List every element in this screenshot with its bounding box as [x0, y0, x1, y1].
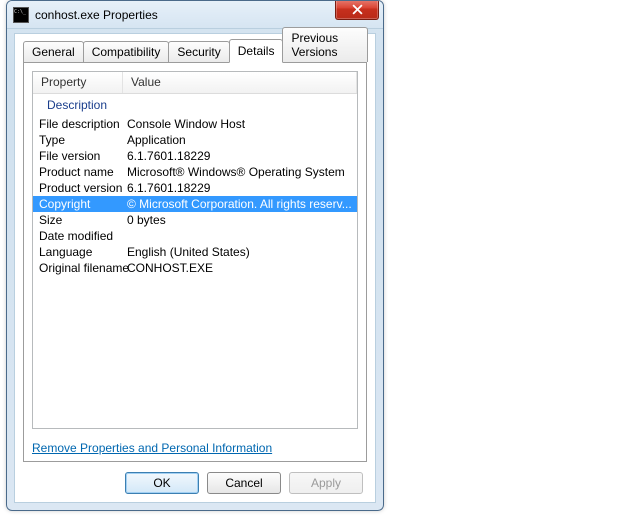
property-cell: Language: [33, 245, 123, 259]
tab-details[interactable]: Details: [229, 39, 284, 63]
tab-panel-details: Property Value Description File descript…: [23, 62, 367, 462]
property-cell: Original filename: [33, 261, 123, 275]
property-cell: Type: [33, 133, 123, 147]
table-row[interactable]: Date modified: [33, 228, 357, 244]
property-cell: Product name: [33, 165, 123, 179]
column-value[interactable]: Value: [123, 72, 357, 93]
client-area: General Compatibility Security Details P…: [14, 33, 376, 503]
table-row[interactable]: Product nameMicrosoft® Windows® Operatin…: [33, 164, 357, 180]
app-icon: [13, 7, 29, 23]
property-cell: Copyright: [33, 197, 123, 211]
apply-button[interactable]: Apply: [289, 472, 363, 494]
remove-properties-link[interactable]: Remove Properties and Personal Informati…: [32, 441, 272, 455]
property-cell: Date modified: [33, 229, 123, 243]
value-cell: English (United States): [123, 245, 357, 259]
value-cell: CONHOST.EXE: [123, 261, 357, 275]
tab-general[interactable]: General: [23, 41, 84, 62]
group-description: Description: [33, 94, 357, 116]
table-row[interactable]: File descriptionConsole Window Host: [33, 116, 357, 132]
cancel-button[interactable]: Cancel: [207, 472, 281, 494]
properties-dialog: conhost.exe Properties General Compatibi…: [6, 0, 384, 511]
titlebar[interactable]: conhost.exe Properties: [7, 1, 383, 29]
column-property[interactable]: Property: [33, 72, 123, 93]
listview-body: Description File descriptionConsole Wind…: [33, 94, 357, 276]
value-cell: © Microsoft Corporation. All rights rese…: [123, 197, 357, 211]
property-cell: Size: [33, 213, 123, 227]
listview-header: Property Value: [33, 72, 357, 94]
table-row[interactable]: Original filenameCONHOST.EXE: [33, 260, 357, 276]
value-cell: Console Window Host: [123, 117, 357, 131]
table-row[interactable]: Copyright© Microsoft Corporation. All ri…: [33, 196, 357, 212]
property-cell: File description: [33, 117, 123, 131]
value-cell: 6.1.7601.18229: [123, 181, 357, 195]
value-cell: [123, 229, 357, 243]
close-button[interactable]: [335, 0, 379, 20]
tab-previous-versions[interactable]: Previous Versions: [282, 27, 368, 62]
value-cell: Microsoft® Windows® Operating System: [123, 165, 357, 179]
table-row[interactable]: File version6.1.7601.18229: [33, 148, 357, 164]
details-listview[interactable]: Property Value Description File descript…: [32, 71, 358, 429]
window-title: conhost.exe Properties: [35, 8, 383, 22]
table-row[interactable]: LanguageEnglish (United States): [33, 244, 357, 260]
close-icon: [352, 4, 363, 15]
value-cell: Application: [123, 133, 357, 147]
property-cell: File version: [33, 149, 123, 163]
tab-compatibility[interactable]: Compatibility: [83, 41, 170, 62]
property-cell: Product version: [33, 181, 123, 195]
table-row[interactable]: Size0 bytes: [33, 212, 357, 228]
value-cell: 0 bytes: [123, 213, 357, 227]
table-row[interactable]: TypeApplication: [33, 132, 357, 148]
value-cell: 6.1.7601.18229: [123, 149, 357, 163]
ok-button[interactable]: OK: [125, 472, 199, 494]
table-row[interactable]: Product version6.1.7601.18229: [33, 180, 357, 196]
tab-security[interactable]: Security: [168, 41, 229, 62]
dialog-buttons: OK Cancel Apply: [23, 472, 367, 494]
tab-strip: General Compatibility Security Details P…: [23, 40, 367, 62]
